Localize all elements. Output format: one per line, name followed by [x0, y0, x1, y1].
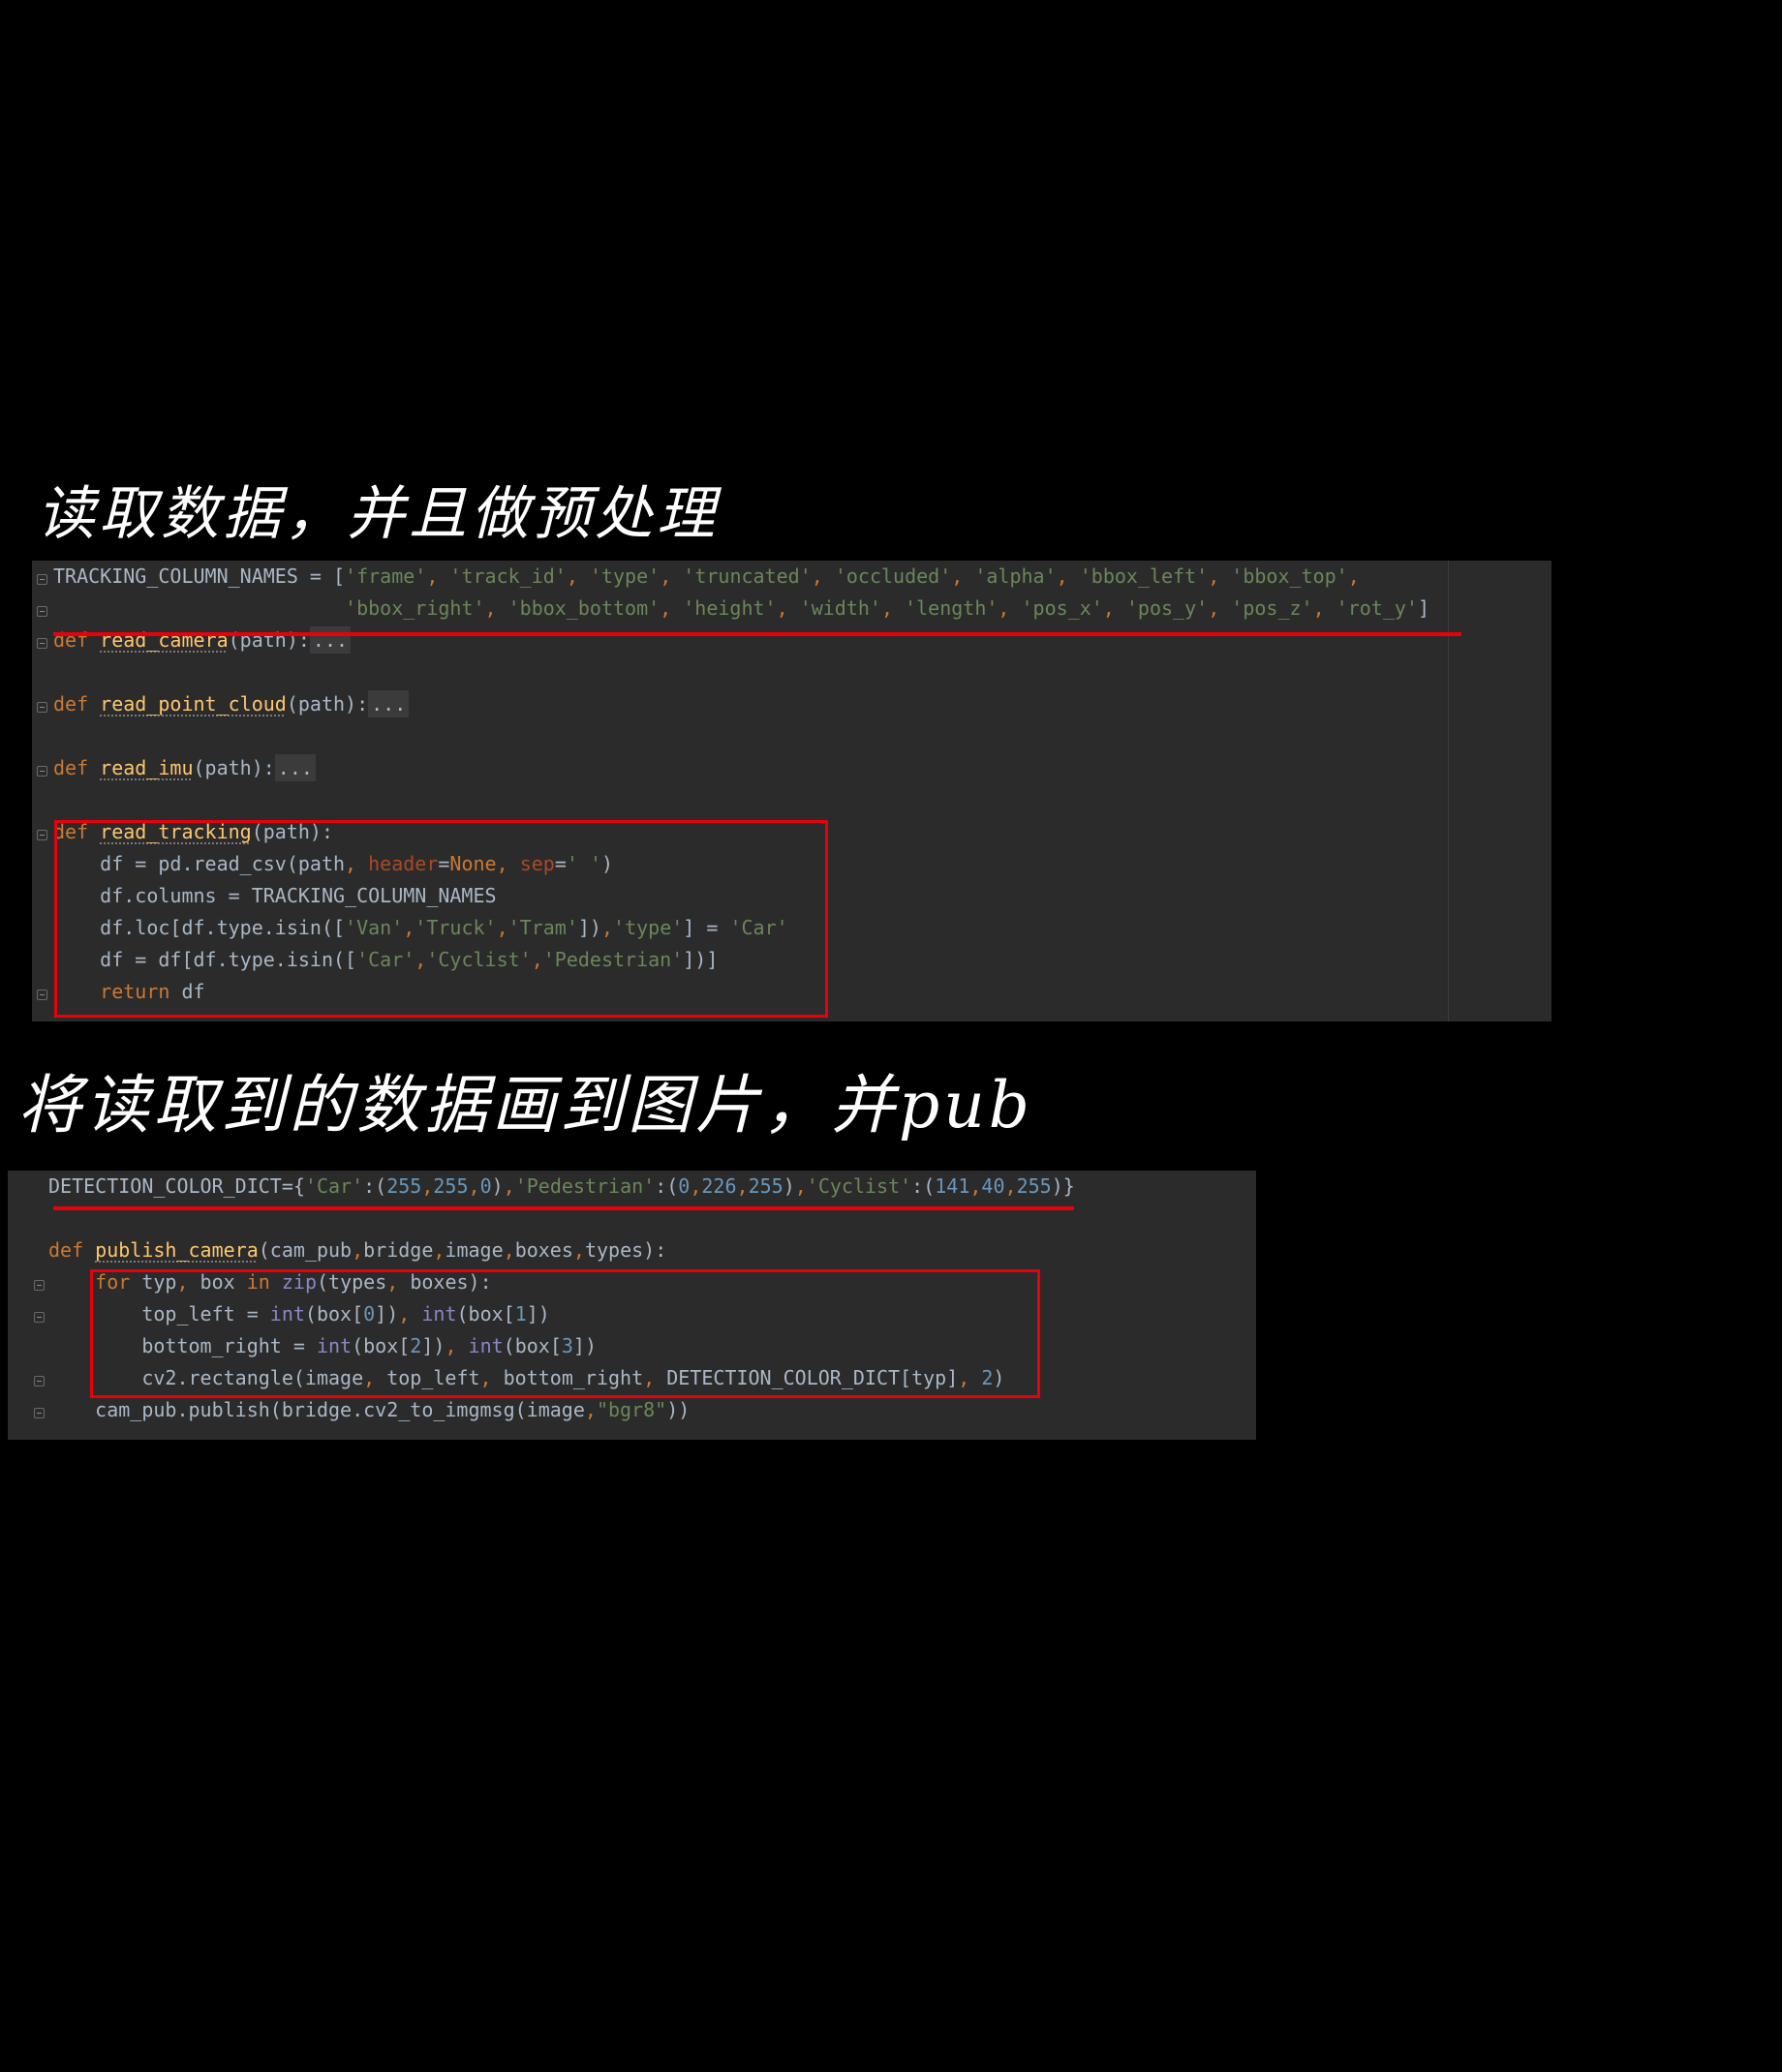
- fold-marker-icon[interactable]: [37, 990, 47, 1000]
- code-line: 'bbox_right', 'bbox_bottom', 'height', '…: [345, 596, 1430, 620]
- fold-marker-icon[interactable]: [37, 638, 47, 649]
- annotation-underline: [53, 1206, 1074, 1210]
- right-margin-guide: [1448, 561, 1449, 1021]
- annotation-underline: [53, 632, 1461, 636]
- handwritten-note-read-data: 读取数据，并且做预处理: [37, 480, 719, 548]
- fold-marker-icon[interactable]: [37, 766, 47, 777]
- code-editor-publish[interactable]: DETECTION_COLOR_DICT={'Car':(255,255,0),…: [8, 1171, 1256, 1440]
- fold-marker-icon[interactable]: [34, 1280, 45, 1291]
- code-line: DETECTION_COLOR_DICT={'Car':(255,255,0),…: [48, 1174, 1075, 1198]
- code-line: def read_imu(path):...: [53, 752, 316, 784]
- code-editor-tracking[interactable]: TRACKING_COLUMN_NAMES = ['frame', 'track…: [32, 561, 1552, 1021]
- fold-marker-icon[interactable]: [37, 606, 47, 617]
- code-line: TRACKING_COLUMN_NAMES = ['frame', 'track…: [53, 564, 1360, 588]
- code-line: def publish_camera(cam_pub,bridge,image,…: [48, 1238, 667, 1262]
- fold-marker-icon[interactable]: [37, 574, 47, 585]
- code-line: def read_point_cloud(path):...: [53, 688, 410, 720]
- fold-marker-icon[interactable]: [34, 1408, 45, 1418]
- fold-marker-icon[interactable]: [34, 1312, 45, 1323]
- fold-marker-icon[interactable]: [34, 1376, 45, 1386]
- code-line: def read_camera(path):...: [53, 625, 352, 656]
- fold-marker-icon[interactable]: [37, 702, 47, 713]
- annotation-highlight-box: [54, 820, 828, 1018]
- annotation-highlight-box: [90, 1269, 1040, 1398]
- code-line: cam_pub.publish(bridge.cv2_to_imgmsg(ima…: [48, 1398, 691, 1421]
- fold-marker-icon[interactable]: [37, 830, 47, 840]
- handwritten-note-draw-publish: 将读取到的数据画到图片，并pub: [17, 1068, 1034, 1143]
